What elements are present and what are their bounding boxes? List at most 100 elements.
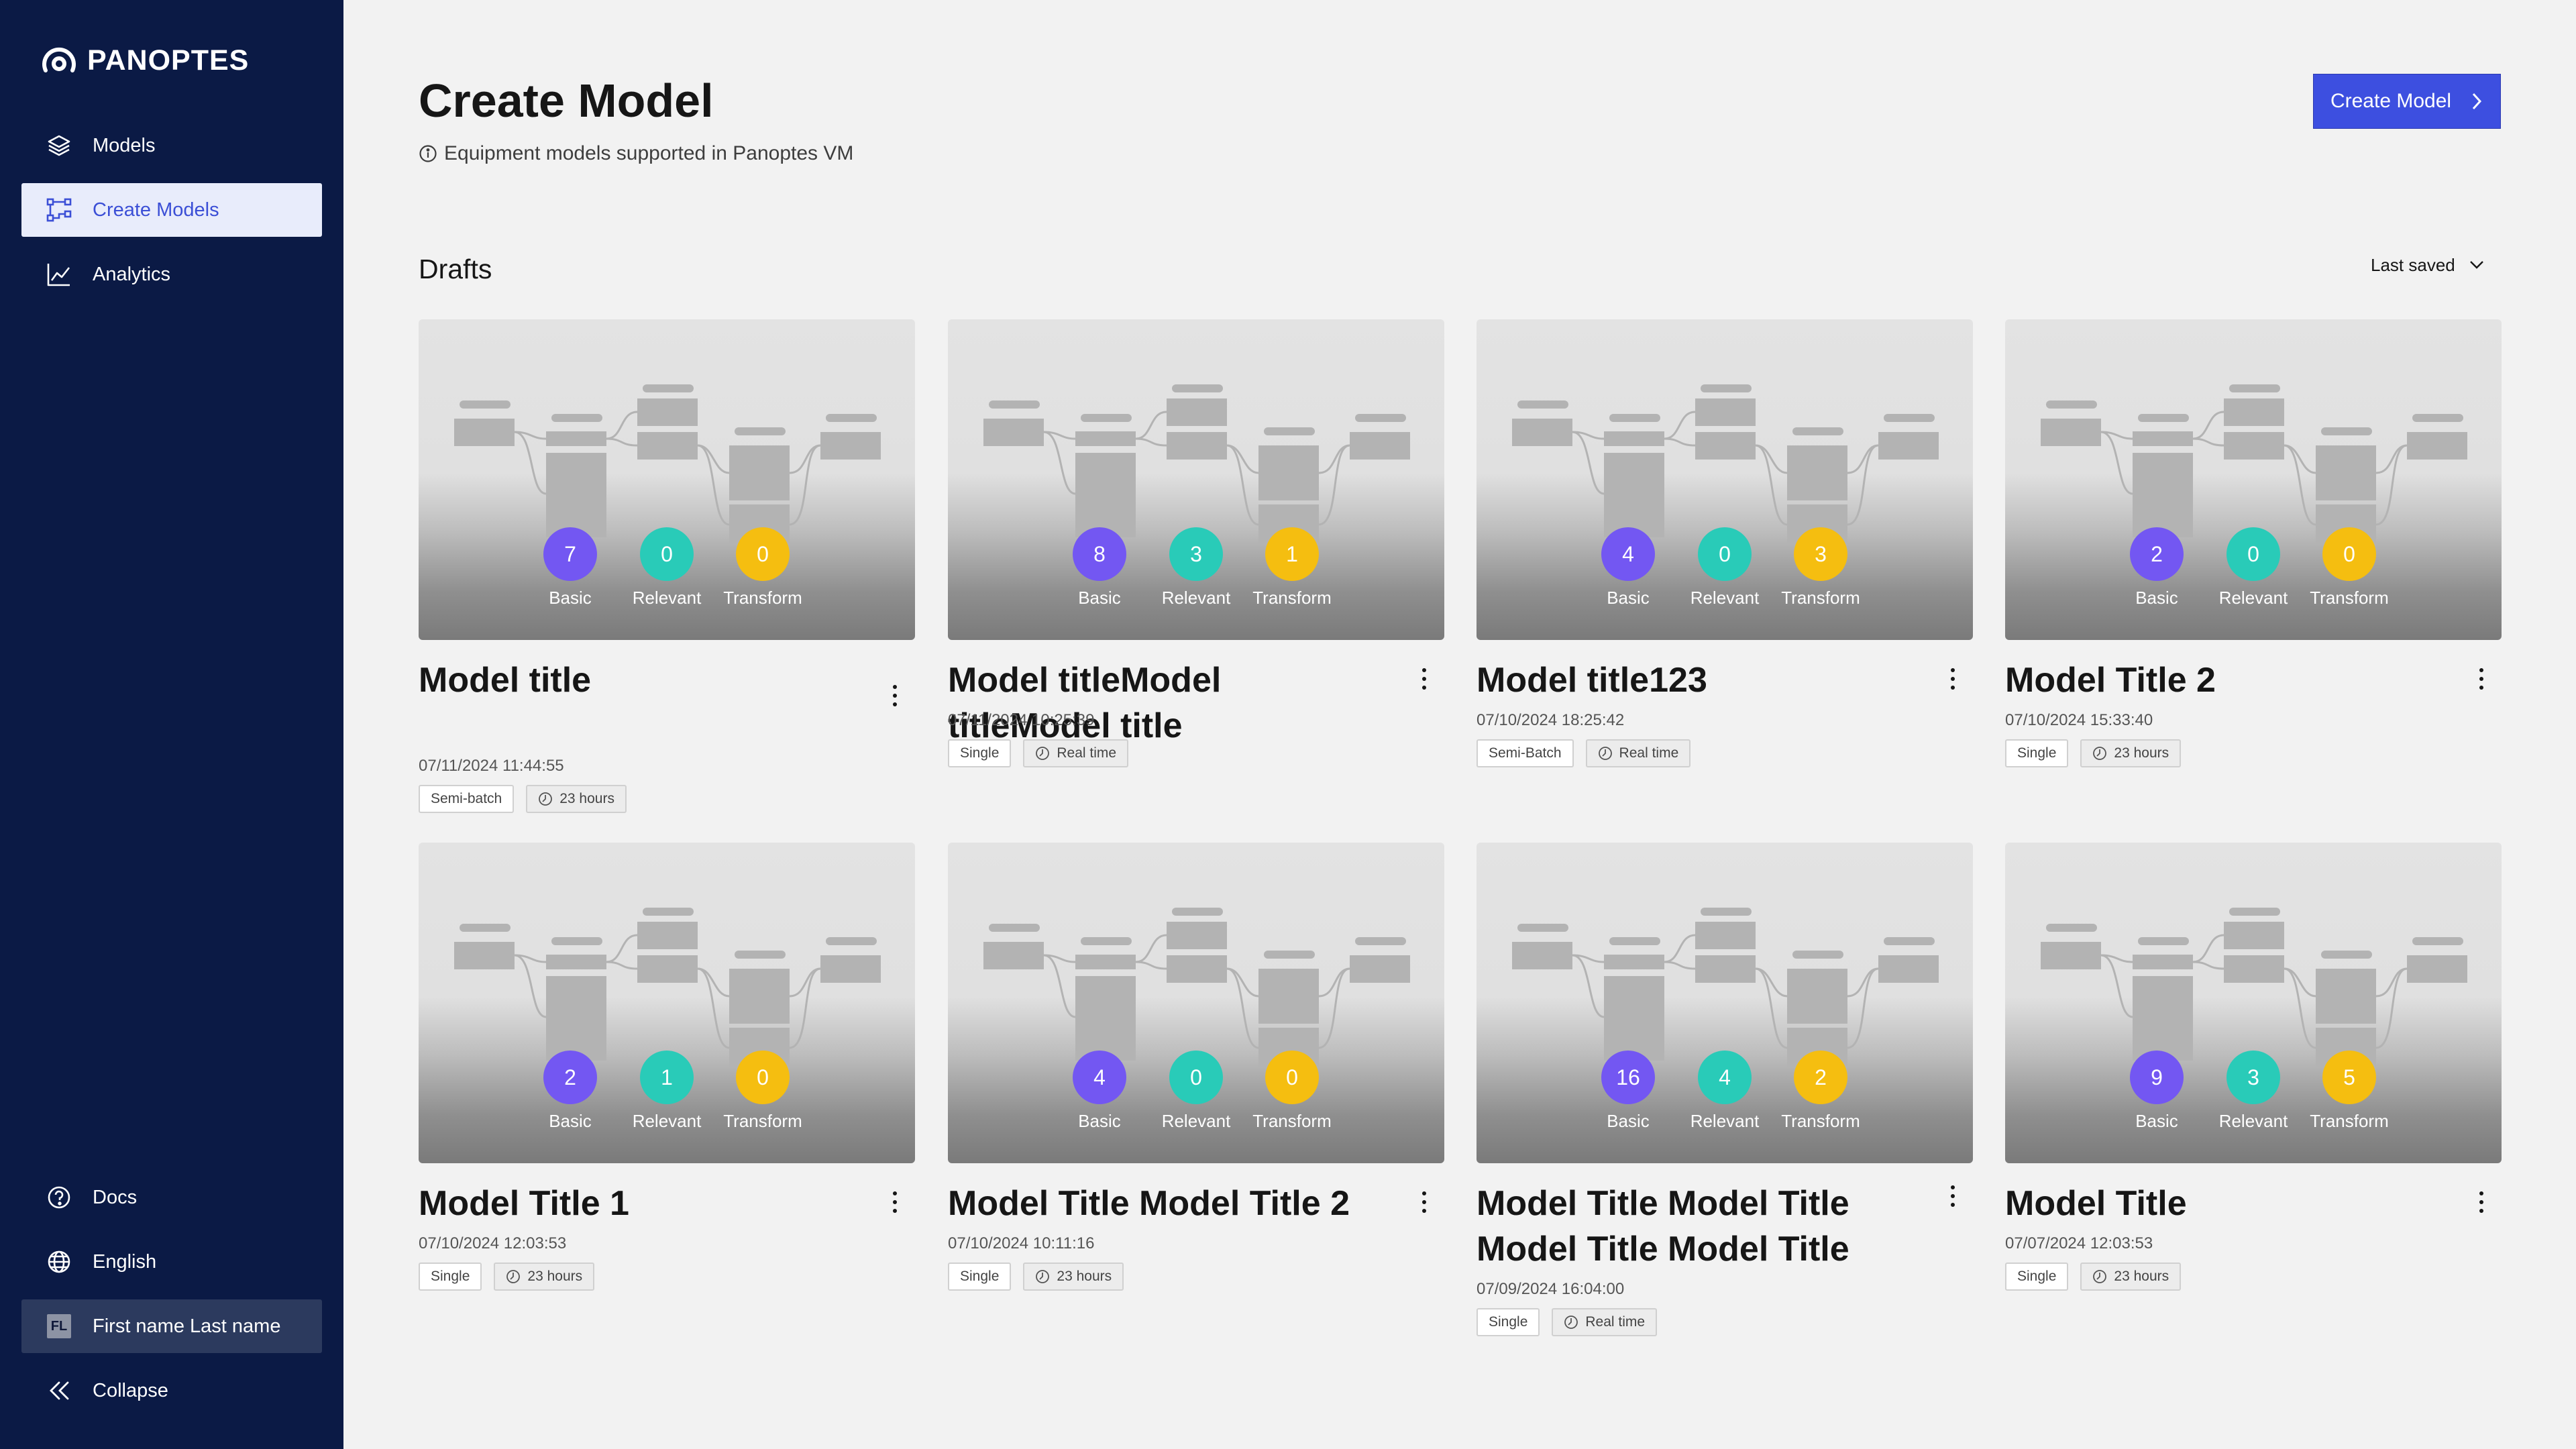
model-card[interactable]: 2 0 0 Basic Relevant Transform Model Tit… [2005,319,2502,769]
model-card-date: 07/11/2024 10:25:39 [948,711,1095,729]
relevant-count-badge: 0 [1698,527,1752,581]
sidebar-item-analytics[interactable]: Analytics [21,248,322,301]
relevant-count-badge: 4 [1698,1051,1752,1104]
create-model-button[interactable]: Create Model [2313,74,2501,129]
avatar: FL [46,1313,72,1340]
relevant-label: Relevant [632,588,702,608]
model-card[interactable]: 9 3 5 Basic Relevant Transform Model Tit… [2005,843,2502,1292]
model-stats: 4 0 0 Basic Relevant Transform [948,843,1444,1163]
layers-icon [46,132,72,159]
clock-icon [2093,1270,2107,1283]
relevant-label: Relevant [1690,1111,1760,1131]
model-card[interactable]: 8 3 1 Basic Relevant Transform Model tit… [948,319,1444,769]
brand-logo[interactable]: PANOPTES [40,42,249,79]
sidebar-item-collapse[interactable]: Collapse [21,1364,322,1417]
model-stats: 4 0 3 Basic Relevant Transform [1477,319,1973,640]
more-options-icon[interactable] [1411,1185,1438,1219]
basic-count-badge: 4 [1601,527,1655,581]
panoptes-logo-icon [42,47,76,72]
basic-count-badge: 16 [1601,1051,1655,1104]
model-card-thumbnail[interactable]: 2 0 0 Basic Relevant Transform [2005,319,2502,640]
model-card[interactable]: 4 0 3 Basic Relevant Transform Model tit… [1477,319,1973,769]
duration-tag: 23 hours [494,1263,595,1291]
brand-name: PANOPTES [87,44,250,76]
sidebar-item-docs[interactable]: Docs [21,1171,322,1224]
sidebar-item-label: Docs [93,1186,138,1208]
relevant-count-badge: 0 [640,527,694,581]
transform-label: Transform [1781,588,1860,608]
model-type-label: Single [2017,745,2057,761]
sidebar-item-language[interactable]: English [21,1235,322,1289]
duration-label: 23 hours [2114,745,2169,761]
model-card-date: 07/10/2024 15:33:40 [2005,711,2153,729]
model-card-title[interactable]: Model Title 2 [2005,657,2434,703]
model-card[interactable]: 2 1 0 Basic Relevant Transform Model Tit… [419,843,915,1292]
model-type-tag: Single [1477,1308,1540,1336]
model-type-tag: Single [419,1263,482,1291]
duration-tag: 23 hours [1023,1263,1124,1291]
more-options-icon[interactable] [1411,662,1438,696]
model-card[interactable]: 16 4 2 Basic Relevant Transform Model Ti… [1477,843,1973,1338]
model-card-thumbnail[interactable]: 8 3 1 Basic Relevant Transform [948,319,1444,640]
basic-label: Basic [1607,1111,1650,1131]
transform-count-badge: 0 [1265,1051,1319,1104]
duration-label: Real time [1619,745,1679,761]
model-stats: 9 3 5 Basic Relevant Transform [2005,843,2502,1163]
more-options-icon[interactable] [1939,1179,1966,1213]
sidebar-item-models[interactable]: Models [21,119,322,172]
model-type-label: Semi-batch [431,791,502,806]
model-stats: 8 3 1 Basic Relevant Transform [948,319,1444,640]
model-card[interactable]: 4 0 0 Basic Relevant Transform Model Tit… [948,843,1444,1292]
model-card-thumbnail[interactable]: 16 4 2 Basic Relevant Transform [1477,843,1973,1163]
basic-label: Basic [1607,588,1650,608]
relevant-label: Relevant [1161,588,1231,608]
model-card-thumbnail[interactable]: 9 3 5 Basic Relevant Transform [2005,843,2502,1163]
model-card-title[interactable]: Model Title Model Title Model Title Mode… [1477,1181,1906,1272]
duration-label: Real time [1057,745,1117,761]
model-card-thumbnail[interactable]: 4 0 3 Basic Relevant Transform [1477,319,1973,640]
duration-tag: 23 hours [2080,1263,2182,1291]
more-options-icon[interactable] [1939,662,1966,696]
sidebar-item-label: Models [93,134,156,156]
model-type-label: Single [1489,1314,1528,1330]
duration-tag: Real time [1023,739,1129,767]
transform-count-badge: 0 [736,1051,790,1104]
model-card-date: 07/10/2024 12:03:53 [419,1234,567,1252]
model-type-tag: Single [948,1263,1012,1291]
model-type-tag: Semi-Batch [1477,739,1574,767]
model-card-tags: Single 23 hours [2005,1263,2182,1291]
sidebar-item-label: First name Last name [93,1315,281,1337]
model-card-tags: Single 23 hours [948,1263,1124,1291]
sidebar-item-create-models[interactable]: Create Models [21,183,322,237]
more-options-icon[interactable] [881,679,908,712]
chevron-down-icon [2469,261,2483,269]
basic-label: Basic [549,588,592,608]
model-card-title[interactable]: Model titleModel titleModel title [948,657,1377,749]
model-card-title[interactable]: Model Title [2005,1181,2434,1226]
model-card-date: 07/09/2024 16:04:00 [1477,1280,1625,1298]
duration-tag: 23 hours [526,785,627,813]
sidebar-item-user[interactable]: FL First name Last name [21,1299,322,1353]
relevant-label: Relevant [1690,588,1760,608]
page-subtitle: Equipment models supported in Panoptes V… [419,142,853,165]
model-card-thumbnail[interactable]: 7 0 0 Basic Relevant Transform [419,319,915,640]
model-card-thumbnail[interactable]: 4 0 0 Basic Relevant Transform [948,843,1444,1163]
sort-dropdown[interactable]: Last saved [2371,254,2485,276]
model-card[interactable]: 7 0 0 Basic Relevant Transform Model tit… [419,319,915,814]
model-card-title[interactable]: Model title123 [1477,657,1906,703]
more-options-icon[interactable] [2468,1185,2495,1219]
model-card-title[interactable]: Model Title Model Title 2 [948,1181,1377,1226]
more-options-icon[interactable] [2468,662,2495,696]
transform-count-badge: 5 [2322,1051,2376,1104]
basic-label: Basic [2135,588,2178,608]
relevant-count-badge: 3 [2226,1051,2280,1104]
chart-line-icon [46,261,72,288]
basic-count-badge: 7 [543,527,597,581]
clock-icon [1036,747,1050,760]
model-card-thumbnail[interactable]: 2 1 0 Basic Relevant Transform [419,843,915,1163]
duration-label: 23 hours [527,1269,583,1284]
model-card-title[interactable]: Model title [419,657,848,703]
model-card-date: 07/10/2024 18:25:42 [1477,711,1625,729]
more-options-icon[interactable] [881,1185,908,1219]
model-card-title[interactable]: Model Title 1 [419,1181,848,1226]
